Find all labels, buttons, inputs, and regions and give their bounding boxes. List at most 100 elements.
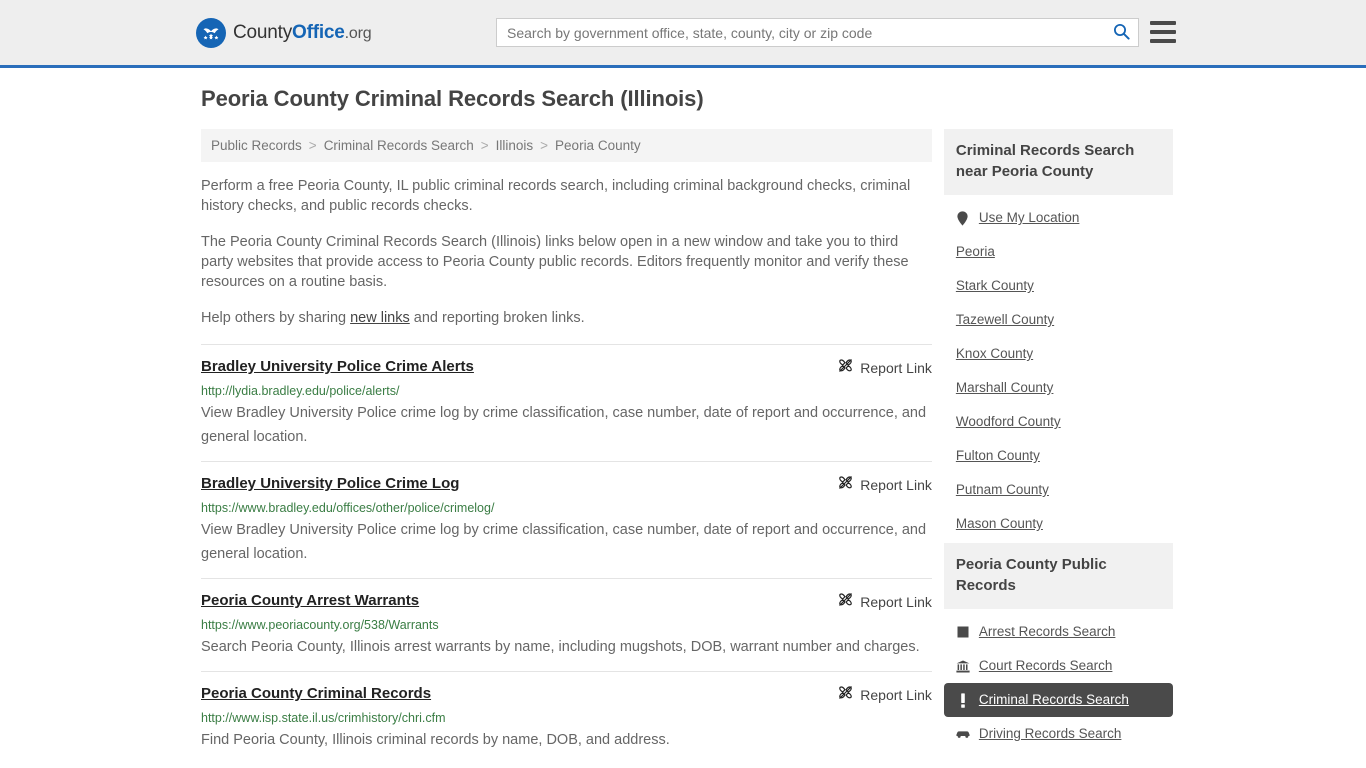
breadcrumb-separator: >	[480, 138, 489, 153]
sidebar-item-label: Criminal Records Search	[978, 692, 1129, 707]
sidebar-item-criminal-records-search[interactable]: Criminal Records Search	[943, 683, 1173, 717]
report-link-label: Report Link	[860, 594, 932, 610]
intro-p3-before: Help others by sharing	[201, 310, 351, 326]
result-item: Peoria County Arrest Warrants Report Link…	[201, 578, 932, 671]
sidebar-item-label: Woodford County	[955, 414, 1061, 429]
car-icon	[956, 727, 970, 742]
page-body: Peoria County Criminal Records Search (I…	[0, 68, 1366, 764]
results-list: Bradley University Police Crime Alerts Re…	[201, 344, 932, 764]
breadcrumb-item[interactable]: Illinois	[496, 138, 534, 153]
sidebar-item-label: Arrest Records Search	[978, 624, 1116, 639]
site-logo-link[interactable]: CountyOffice.org	[196, 17, 372, 48]
sidebar-public-records-heading: Peoria County Public Records	[943, 543, 1173, 609]
breadcrumb-separator: >	[308, 138, 317, 153]
intro-text: Perform a free Peoria County, IL public …	[201, 176, 932, 328]
sidebar-item-label: Tazewell County	[955, 312, 1055, 327]
result-title-link[interactable]: Bradley University Police Crime Alerts	[201, 358, 474, 376]
result-url-link[interactable]: https://www.peoriacounty.org/538/Warrant…	[201, 618, 932, 633]
sidebar-item-use-my-location[interactable]: Use My Location	[944, 201, 1173, 235]
sidebar-item-label: Driving Records Search	[978, 726, 1122, 741]
page-title: Peoria County Criminal Records Search (I…	[201, 86, 704, 111]
result-item: Peoria County Criminal Records Report Lin…	[201, 671, 932, 764]
result-url-link[interactable]: http://www.isp.state.il.us/crimhistory/c…	[201, 711, 932, 726]
sidebar-item-knox-county[interactable]: Knox County	[944, 337, 1173, 371]
search-button[interactable]	[1104, 19, 1138, 46]
sidebar-item-label: Use My Location	[978, 210, 1080, 225]
sidebar-nearby-list: Use My Location Peoria Stark County Tazewel…	[944, 195, 1173, 541]
sidebar-public-records-list: Arrest Records Search Court Records Searc…	[943, 609, 1173, 751]
two-column-layout: Public Records > Criminal Records Search > I…	[193, 129, 1173, 764]
sidebar-item-label: Stark County	[955, 278, 1034, 293]
result-header: Peoria County Arrest Warrants Report Link	[201, 592, 932, 612]
result-title-link[interactable]: Bradley University Police Crime Log	[201, 475, 459, 493]
sidebar-item-marshall-county[interactable]: Marshall County	[944, 371, 1173, 405]
report-link-button[interactable]: Report Link	[838, 592, 932, 612]
sidebar-item-label: Fulton County	[955, 448, 1040, 463]
sidebar-item-fulton-county[interactable]: Fulton County	[944, 439, 1173, 473]
main-content: Public Records > Criminal Records Search > I…	[201, 129, 932, 764]
sidebar-nearby-heading: Criminal Records Search near Peoria Coun…	[943, 129, 1173, 195]
result-title-link[interactable]: Peoria County Arrest Warrants	[201, 592, 419, 610]
logo-part-org: .org	[344, 24, 372, 42]
search-input[interactable]	[497, 19, 1104, 46]
result-header: Bradley University Police Crime Alerts Re…	[201, 358, 932, 378]
new-links-link[interactable]: new links	[350, 310, 410, 326]
sidebar-item-woodford-county[interactable]: Woodford County	[944, 405, 1173, 439]
result-item: Bradley University Police Crime Log Repor…	[201, 461, 932, 578]
sidebar-item-tazewell-county[interactable]: Tazewell County	[944, 303, 1173, 337]
report-link-button[interactable]: Report Link	[838, 358, 932, 378]
logo-part-office: Office	[292, 21, 345, 43]
breadcrumb-item[interactable]: Peoria County	[555, 138, 641, 153]
result-header: Peoria County Criminal Records Report Lin…	[201, 685, 932, 705]
sidebar-item-stark-county[interactable]: Stark County	[944, 269, 1173, 303]
report-link-label: Report Link	[860, 477, 932, 493]
unlink-icon	[838, 685, 853, 705]
map-pin-icon	[956, 210, 970, 226]
hamburger-bar	[1150, 30, 1176, 34]
sidebar-item-label: Putnam County	[955, 482, 1049, 497]
sidebar-item-court-records-search[interactable]: Court Records Search	[944, 649, 1173, 683]
site-logo-text: CountyOffice.org	[233, 21, 372, 44]
sidebar-item-label: Marshall County	[955, 380, 1054, 395]
result-url-link[interactable]: https://www.bradley.edu/offices/other/po…	[201, 501, 932, 516]
courthouse-icon	[956, 659, 970, 674]
logo-part-county: County	[233, 21, 293, 43]
hamburger-menu-icon[interactable]	[1150, 17, 1176, 47]
intro-p3-after: and reporting broken links.	[409, 310, 585, 326]
intro-paragraph-3: Help others by sharing new links and rep…	[201, 308, 932, 328]
sidebar-item-peoria[interactable]: Peoria	[944, 235, 1173, 269]
breadcrumb-item[interactable]: Criminal Records Search	[324, 138, 474, 153]
report-link-label: Report Link	[860, 687, 932, 703]
result-description: View Bradley University Police crime log…	[201, 522, 927, 562]
sidebar-item-putnam-county[interactable]: Putnam County	[944, 473, 1173, 507]
sidebar-item-label: Mason County	[955, 516, 1043, 531]
sidebar-item-label: Court Records Search	[978, 658, 1113, 673]
search-bar[interactable]	[496, 18, 1139, 47]
site-header: CountyOffice.org	[0, 0, 1366, 68]
search-icon	[1113, 23, 1130, 43]
unlink-icon	[838, 592, 853, 612]
result-description: View Bradley University Police crime log…	[201, 405, 927, 445]
breadcrumb-separator: >	[540, 138, 549, 153]
result-url-link[interactable]: http://lydia.bradley.edu/police/alerts/	[201, 384, 932, 399]
breadcrumb-item[interactable]: Public Records	[211, 138, 302, 153]
hamburger-bar	[1150, 21, 1176, 25]
unlink-icon	[838, 358, 853, 378]
breadcrumb: Public Records > Criminal Records Search > I…	[201, 129, 932, 162]
sidebar-item-mason-county[interactable]: Mason County	[944, 507, 1173, 541]
sidebar-item-arrest-records-search[interactable]: Arrest Records Search	[944, 615, 1173, 649]
result-item: Bradley University Police Crime Alerts Re…	[201, 344, 932, 461]
report-link-label: Report Link	[860, 360, 932, 376]
result-title-link[interactable]: Peoria County Criminal Records	[201, 685, 431, 703]
report-link-button[interactable]: Report Link	[838, 685, 932, 705]
sidebar: Criminal Records Search near Peoria Coun…	[943, 129, 1173, 753]
content-container: Peoria County Criminal Records Search (I…	[193, 68, 1173, 764]
intro-paragraph-2: The Peoria County Criminal Records Searc…	[201, 234, 909, 290]
sidebar-item-label: Knox County	[955, 346, 1034, 361]
sidebar-public-records-section: Peoria County Public Records Arrest Reco…	[943, 543, 1173, 751]
eagle-shield-icon	[196, 17, 226, 48]
unlink-icon	[838, 475, 853, 495]
sidebar-item-driving-records-search[interactable]: Driving Records Search	[944, 717, 1173, 751]
sidebar-item-label: Peoria	[955, 244, 995, 259]
report-link-button[interactable]: Report Link	[838, 475, 932, 495]
